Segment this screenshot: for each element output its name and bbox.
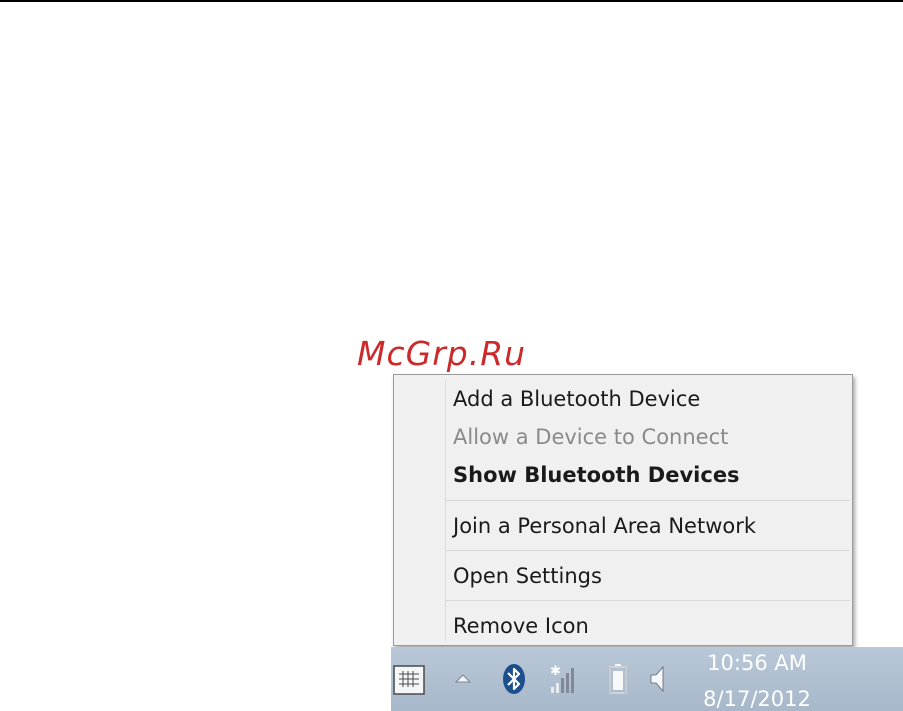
battery-icon[interactable] — [608, 663, 628, 695]
menu-separator — [446, 550, 850, 551]
menu-separator — [446, 500, 850, 501]
keyboard-icon[interactable] — [393, 665, 425, 695]
taskbar: ✱ 10:56 AM 8/17/2012 — [391, 647, 903, 711]
volume-icon[interactable] — [649, 663, 669, 695]
clock-time[interactable]: 10:56 AM — [687, 651, 827, 675]
menu-gutter-divider — [445, 379, 446, 641]
clock-date[interactable]: 8/17/2012 — [687, 687, 827, 711]
menu-item-remove-icon[interactable]: Remove Icon — [453, 607, 589, 645]
menu-item-allow-device-to-connect: Allow a Device to Connect — [453, 425, 729, 449]
svg-text:✱: ✱ — [550, 664, 561, 679]
watermark-text: McGrp.Ru — [357, 334, 527, 373]
menu-separator — [446, 600, 850, 601]
menu-item-show-bluetooth-devices[interactable]: Show Bluetooth Devices — [453, 456, 740, 494]
network-signal-icon[interactable]: ✱ — [549, 663, 577, 695]
bluetooth-context-menu: Add a Bluetooth Device Allow a Device to… — [393, 374, 853, 646]
show-hidden-icons-chevron-icon[interactable] — [455, 673, 471, 683]
bluetooth-icon[interactable] — [502, 663, 526, 695]
menu-item-join-personal-area-network[interactable]: Join a Personal Area Network — [453, 507, 756, 545]
top-rule — [0, 0, 903, 2]
menu-item-open-settings[interactable]: Open Settings — [453, 557, 602, 595]
menu-item-add-bluetooth-device[interactable]: Add a Bluetooth Device — [453, 380, 700, 418]
